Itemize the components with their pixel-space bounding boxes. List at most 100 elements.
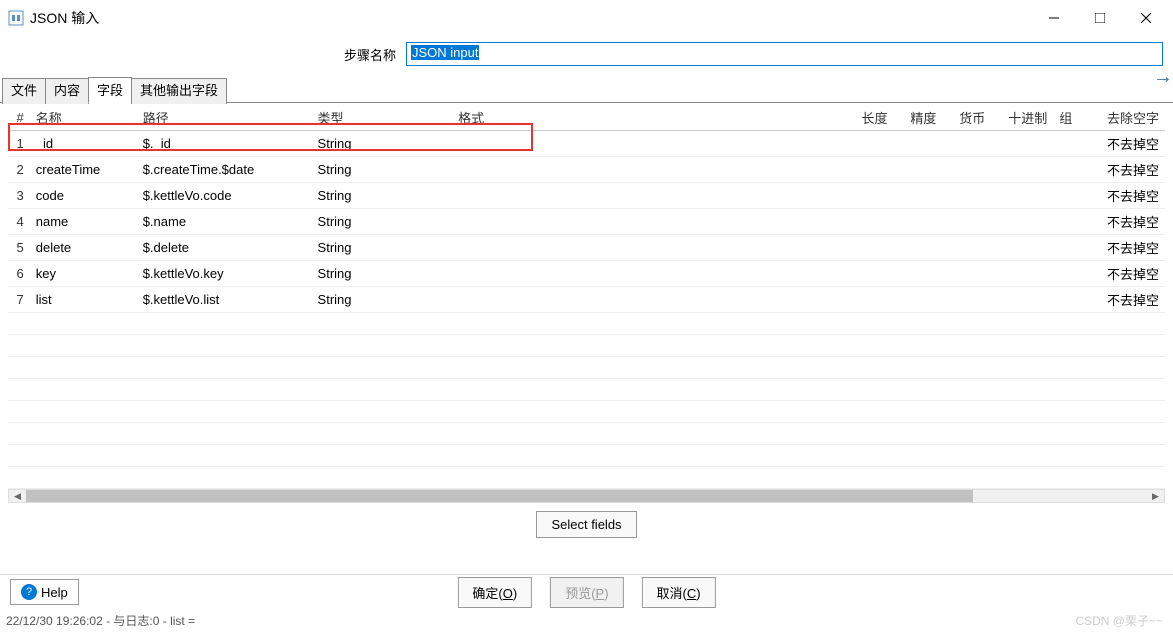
cell-group[interactable]: [1053, 287, 1101, 313]
cell-format[interactable]: [452, 157, 855, 183]
col-path[interactable]: 路径: [137, 105, 312, 131]
col-decimal[interactable]: 十进制: [1002, 105, 1053, 131]
cell-trim[interactable]: 不去掉空: [1101, 261, 1165, 287]
col-trim[interactable]: 去除空字: [1101, 105, 1165, 131]
cell-trim[interactable]: 不去掉空: [1101, 287, 1165, 313]
cell-trim[interactable]: 不去掉空: [1101, 209, 1165, 235]
table-row-empty[interactable]: [8, 335, 1165, 357]
cell-format[interactable]: [452, 131, 855, 157]
cell-type[interactable]: String: [312, 261, 453, 287]
cell-type[interactable]: String: [312, 131, 453, 157]
cell-group[interactable]: [1053, 235, 1101, 261]
cell-path[interactable]: $.kettleVo.code: [137, 183, 312, 209]
cell-name[interactable]: key: [30, 261, 137, 287]
cell-format[interactable]: [452, 287, 855, 313]
cell-name[interactable]: name: [30, 209, 137, 235]
step-name-input[interactable]: JSON input: [406, 42, 1163, 66]
ok-button[interactable]: 确定(O): [457, 577, 532, 608]
cell-length[interactable]: [855, 235, 904, 261]
cell-idx[interactable]: 5: [8, 235, 30, 261]
cell-length[interactable]: [855, 287, 904, 313]
horizontal-scrollbar[interactable]: ◀ ▶: [8, 489, 1165, 503]
cell-idx[interactable]: 6: [8, 261, 30, 287]
cell-group[interactable]: [1053, 209, 1101, 235]
cell-precision[interactable]: [904, 209, 953, 235]
cell-type[interactable]: String: [312, 183, 453, 209]
col-currency[interactable]: 货币: [953, 105, 1002, 131]
cell-precision[interactable]: [904, 235, 953, 261]
scroll-left-arrow[interactable]: ◀: [9, 490, 26, 502]
col-idx[interactable]: #: [8, 105, 30, 131]
cell-idx[interactable]: 7: [8, 287, 30, 313]
table-row-empty[interactable]: [8, 467, 1165, 489]
cancel-button[interactable]: 取消(C): [642, 577, 716, 608]
select-fields-button[interactable]: Select fields: [536, 511, 636, 538]
table-row-empty[interactable]: [8, 445, 1165, 467]
cell-length[interactable]: [855, 261, 904, 287]
cell-length[interactable]: [855, 131, 904, 157]
cell-group[interactable]: [1053, 131, 1101, 157]
tab-fields[interactable]: 字段: [88, 77, 132, 103]
col-type[interactable]: 类型: [312, 105, 453, 131]
cell-idx[interactable]: 3: [8, 183, 30, 209]
cell-precision[interactable]: [904, 261, 953, 287]
minimize-button[interactable]: [1031, 3, 1077, 33]
cell-group[interactable]: [1053, 261, 1101, 287]
table-row-empty[interactable]: [8, 379, 1165, 401]
cell-path[interactable]: $.kettleVo.list: [137, 287, 312, 313]
cell-path[interactable]: $.createTime.$date: [137, 157, 312, 183]
table-row-empty[interactable]: [8, 401, 1165, 423]
tab-content[interactable]: 内容: [45, 78, 89, 104]
col-name[interactable]: 名称: [30, 105, 137, 131]
preview-button[interactable]: 预览(P): [550, 577, 623, 608]
table-row[interactable]: 3code$.kettleVo.codeString不去掉空: [8, 183, 1165, 209]
cell-decimal[interactable]: [1002, 209, 1053, 235]
cell-type[interactable]: String: [312, 209, 453, 235]
cell-currency[interactable]: [953, 261, 1002, 287]
cell-trim[interactable]: 不去掉空: [1101, 183, 1165, 209]
col-precision[interactable]: 精度: [904, 105, 953, 131]
cell-group[interactable]: [1053, 157, 1101, 183]
col-length[interactable]: 长度: [855, 105, 904, 131]
table-row[interactable]: 2createTime$.createTime.$dateString不去掉空: [8, 157, 1165, 183]
cell-currency[interactable]: [953, 183, 1002, 209]
cell-idx[interactable]: 2: [8, 157, 30, 183]
cell-precision[interactable]: [904, 157, 953, 183]
cell-type[interactable]: String: [312, 157, 453, 183]
table-row[interactable]: 7list$.kettleVo.listString 不去掉空: [8, 287, 1165, 313]
table-row-empty[interactable]: [8, 313, 1165, 335]
cell-currency[interactable]: [953, 157, 1002, 183]
cell-group[interactable]: [1053, 183, 1101, 209]
cell-path[interactable]: $.name: [137, 209, 312, 235]
cell-path[interactable]: $.kettleVo.key: [137, 261, 312, 287]
cell-format[interactable]: [452, 183, 855, 209]
tab-file[interactable]: 文件: [2, 78, 46, 104]
cell-name[interactable]: createTime: [30, 157, 137, 183]
table-row[interactable]: 4name$.nameString不去掉空: [8, 209, 1165, 235]
cell-precision[interactable]: [904, 287, 953, 313]
cell-format[interactable]: [452, 235, 855, 261]
close-button[interactable]: [1123, 3, 1169, 33]
cell-name[interactable]: delete: [30, 235, 137, 261]
cell-type[interactable]: String: [312, 235, 453, 261]
scroll-right-arrow[interactable]: ▶: [1147, 490, 1164, 502]
help-button[interactable]: ? Help: [10, 579, 79, 605]
cell-precision[interactable]: [904, 131, 953, 157]
cell-name[interactable]: list: [30, 287, 137, 313]
cell-format[interactable]: [452, 261, 855, 287]
table-row-empty[interactable]: [8, 357, 1165, 379]
cell-decimal[interactable]: [1002, 131, 1053, 157]
cell-precision[interactable]: [904, 183, 953, 209]
fields-table[interactable]: # 名称 路径 类型 格式 长度 精度 货币 十进制 组 去除空字 1_id$.…: [8, 105, 1165, 489]
table-row[interactable]: 5delete$.deleteString不去掉空: [8, 235, 1165, 261]
cell-idx[interactable]: 1: [8, 131, 30, 157]
table-row-empty[interactable]: [8, 423, 1165, 445]
cell-path[interactable]: $.delete: [137, 235, 312, 261]
cell-currency[interactable]: [953, 131, 1002, 157]
tab-other-output[interactable]: 其他输出字段: [131, 78, 227, 104]
col-format[interactable]: 格式: [452, 105, 855, 131]
maximize-button[interactable]: [1077, 3, 1123, 33]
cell-type[interactable]: String: [312, 287, 453, 313]
cell-format[interactable]: [452, 209, 855, 235]
cell-decimal[interactable]: [1002, 157, 1053, 183]
